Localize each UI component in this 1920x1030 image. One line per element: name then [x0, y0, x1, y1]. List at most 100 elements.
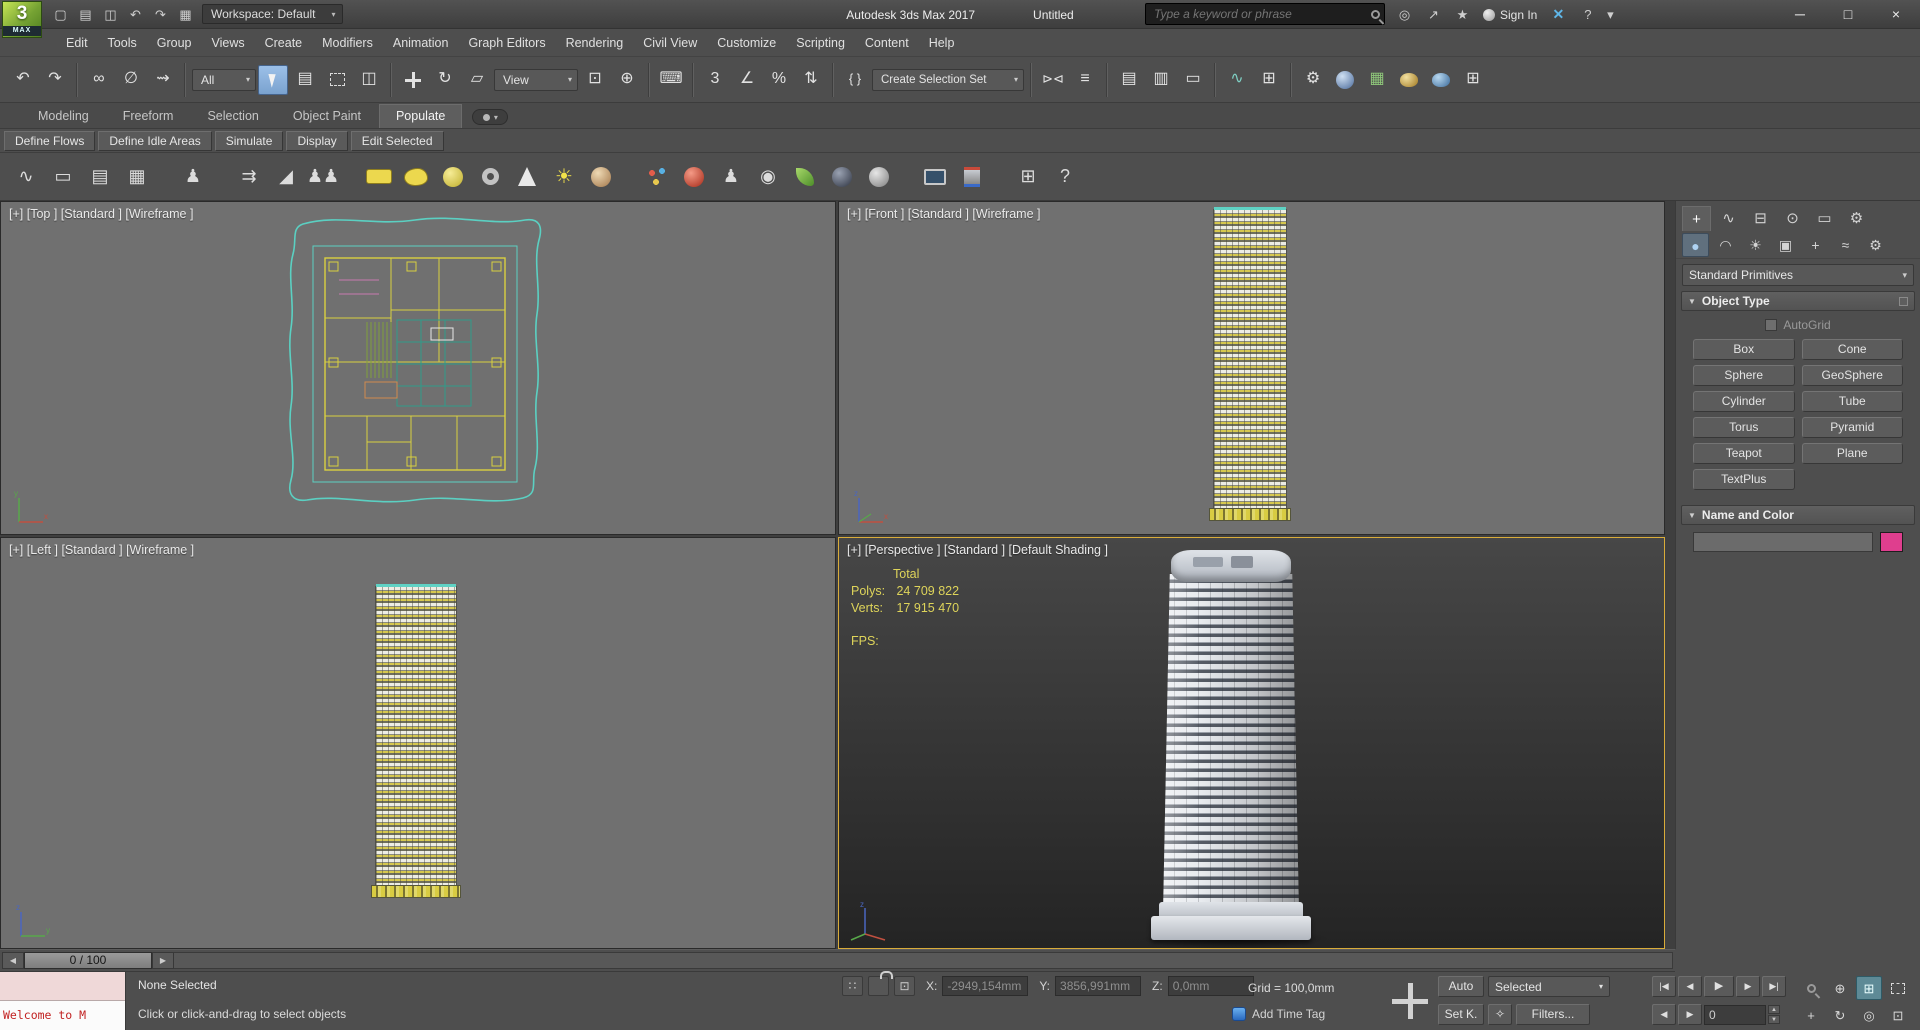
close-button[interactable]: × [1872, 0, 1920, 29]
tab-selection[interactable]: Selection [191, 105, 274, 128]
reference-coordinate-dropdown[interactable]: View ▾ [494, 68, 578, 91]
share-icon[interactable]: ↗ [1421, 3, 1446, 26]
maxscript-mini-listener[interactable]: Welcome to M [0, 972, 126, 1030]
menu-customize[interactable]: Customize [707, 30, 786, 56]
use-pivot-center-icon[interactable]: ⊡ [580, 65, 610, 95]
teapot-button[interactable]: Teapot [1693, 443, 1795, 464]
textplus-button[interactable]: TextPlus [1693, 469, 1795, 490]
tab-modeling[interactable]: Modeling [22, 105, 105, 128]
menu-modifiers[interactable]: Modifiers [312, 30, 383, 56]
orbit-icon[interactable]: ↻ [1827, 1003, 1853, 1027]
lights-category-tab[interactable]: ☀ [1742, 233, 1769, 257]
render-setup-icon[interactable]: ⚙ [1298, 65, 1328, 95]
new-scene-icon[interactable]: ▢ [48, 3, 73, 26]
sheet-icon[interactable]: ▤ [86, 163, 114, 191]
plane-button[interactable]: Plane [1801, 443, 1903, 464]
edit-selected-button[interactable]: Edit Selected [350, 130, 444, 151]
select-and-manipulate-icon[interactable]: ⊕ [612, 65, 642, 95]
name-and-color-rollout-header[interactable]: ▼ Name and Color [1681, 505, 1915, 525]
render-iterative-icon[interactable] [1426, 65, 1456, 95]
person-badge-icon[interactable]: ♟ [717, 163, 745, 191]
tab-populate[interactable]: Populate [378, 104, 463, 128]
viewport-top[interactable]: [+] [Top ] [Standard ] [Wireframe ] y x [0, 201, 836, 535]
zoom-region-icon[interactable] [1885, 976, 1911, 1000]
define-flows-button[interactable]: Define Flows [4, 130, 96, 151]
dark-sphere-icon[interactable] [828, 163, 856, 191]
subscription-icon[interactable]: ◎ [1392, 3, 1417, 26]
undo-icon[interactable]: ↶ [123, 3, 148, 26]
time-slider-track[interactable] [174, 952, 1673, 969]
selection-filter-dropdown[interactable]: All ▾ [192, 68, 256, 91]
select-and-rotate-icon[interactable]: ↻ [430, 65, 460, 95]
percent-snap-toggle-icon[interactable]: % [764, 65, 794, 95]
viewport-perspective[interactable]: [+] [Perspective ] [Standard ] [Default … [838, 537, 1665, 949]
people-icon[interactable]: ♟ [179, 163, 207, 191]
monitor-icon[interactable] [921, 163, 949, 191]
angle-snap-toggle-icon[interactable]: ∠ [732, 65, 762, 95]
tab-freeform[interactable]: Freeform [107, 105, 190, 128]
cone-button[interactable]: Cone [1801, 339, 1903, 360]
viewport-front-label[interactable]: [+] [Front ] [Standard ] [Wireframe ] [847, 207, 1040, 221]
help-icon[interactable]: ? [1575, 3, 1600, 26]
select-and-scale-icon[interactable]: ▱ [462, 65, 492, 95]
gray-sphere-icon[interactable] [865, 163, 893, 191]
render-grid-icon[interactable]: ⊞ [1458, 65, 1488, 95]
favorites-star-icon[interactable]: ★ [1450, 3, 1475, 26]
select-and-move-icon[interactable] [398, 65, 428, 95]
select-object-button[interactable] [258, 64, 288, 95]
material-editor-icon[interactable] [1330, 65, 1360, 95]
display-settings-icon[interactable]: ▭ [49, 163, 77, 191]
tan-sphere-icon[interactable] [587, 163, 615, 191]
bind-to-space-warp-icon[interactable]: ⇝ [148, 65, 178, 95]
add-time-tag[interactable]: Add Time Tag [1232, 1007, 1325, 1021]
set-key-button[interactable]: Set K. [1438, 1004, 1484, 1025]
space-warps-category-tab[interactable]: ≈ [1832, 233, 1859, 257]
menu-scripting[interactable]: Scripting [786, 30, 855, 56]
current-frame-field[interactable] [1704, 1004, 1766, 1025]
previous-key-button[interactable]: ◀ [1678, 976, 1702, 997]
keyboard-shortcut-override-icon[interactable]: ⌨ [656, 65, 686, 95]
geosphere-button[interactable]: GeoSphere [1801, 365, 1903, 386]
rendered-frame-window-icon[interactable]: ▦ [1362, 65, 1392, 95]
transform-gizmo-icon[interactable] [1392, 983, 1428, 1019]
align-icon[interactable]: ≡ [1070, 65, 1100, 95]
utilities-panel-tab[interactable]: ⚙ [1842, 206, 1871, 231]
display-panel-tab[interactable]: ▭ [1810, 206, 1839, 231]
systems-category-tab[interactable]: ⚙ [1862, 233, 1889, 257]
grid-tool-icon[interactable]: ⊞ [1014, 163, 1042, 191]
spinner-up-icon[interactable]: ▲ [1768, 1005, 1780, 1014]
seat-sphere-icon[interactable] [439, 163, 467, 191]
curve-editor-icon[interactable]: ∿ [1222, 65, 1252, 95]
maxscript-listener-pane[interactable]: Welcome to M [0, 1001, 125, 1030]
select-and-link-icon[interactable]: ∞ [84, 65, 114, 95]
toggle-scene-explorer-icon[interactable]: ▥ [1146, 65, 1176, 95]
box-button[interactable]: Box [1693, 339, 1795, 360]
workspace-dropdown[interactable]: Workspace: Default ▾ [202, 4, 343, 24]
populate-help-icon[interactable]: ? [1051, 163, 1079, 191]
building-icon[interactable] [958, 163, 986, 191]
menu-group[interactable]: Group [147, 30, 202, 56]
pan-view-icon[interactable]: + [1798, 1003, 1824, 1027]
red-sphere-icon[interactable] [680, 163, 708, 191]
isolate-selection-icon[interactable]: ∷ [842, 976, 863, 996]
swirl-icon[interactable]: ◉ [754, 163, 782, 191]
table-icon[interactable]: ▦ [123, 163, 151, 191]
edit-named-selection-sets-icon[interactable]: { } [840, 65, 870, 95]
rollout-pin-icon[interactable] [1899, 296, 1908, 306]
y-coordinate-field[interactable]: 3856,991mm [1055, 976, 1142, 996]
menu-content[interactable]: Content [855, 30, 919, 56]
autogrid-checkbox[interactable] [1765, 319, 1778, 331]
sunlight-icon[interactable]: ☀ [550, 163, 578, 191]
helpers-category-tab[interactable]: + [1802, 233, 1829, 257]
object-color-swatch[interactable] [1880, 532, 1903, 552]
sphere-button[interactable]: Sphere [1693, 365, 1795, 386]
selection-lock-icon[interactable] [868, 976, 889, 996]
rectangular-selection-region-icon[interactable] [322, 65, 352, 95]
save-file-icon[interactable]: ◫ [98, 3, 123, 26]
crowd-pair-icon[interactable]: ♟♟ [307, 163, 339, 191]
search-icon[interactable] [1371, 9, 1380, 19]
cone-icon[interactable] [513, 163, 541, 191]
unlink-selection-icon[interactable]: ∅ [116, 65, 146, 95]
cameras-category-tab[interactable]: ▣ [1772, 233, 1799, 257]
redo-scene-icon[interactable]: ↷ [40, 65, 70, 95]
